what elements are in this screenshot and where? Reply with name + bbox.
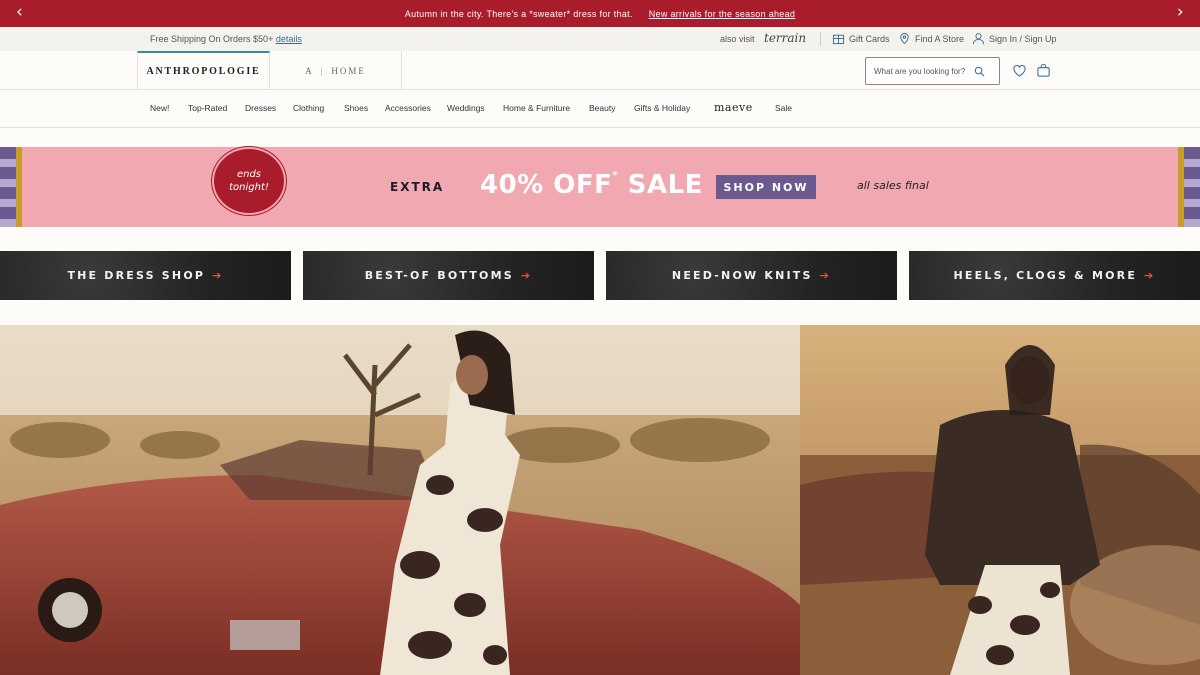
banner-gold-bar-right xyxy=(1178,147,1184,227)
hero-photo-desert-car xyxy=(0,325,800,675)
nav-maeve[interactable]: maeve xyxy=(714,101,753,114)
utility-bar: Free Shipping On Orders $50+ details als… xyxy=(0,27,1200,51)
home-label: HOME xyxy=(331,65,366,76)
nav-new[interactable]: New! xyxy=(150,103,169,113)
nav-beauty[interactable]: Beauty xyxy=(589,103,615,113)
promo-message: Autumn in the city. There's a *sweater* … xyxy=(404,8,633,19)
chevron-left-icon[interactable]: ‹ xyxy=(16,4,23,21)
sign-in-link[interactable]: Sign In / Sign Up xyxy=(972,32,1057,45)
shipping-text: Free Shipping On Orders $50+ xyxy=(150,34,274,44)
sale-banner[interactable]: ends tonight! EXTRA 40% OFF* SALE SHOP N… xyxy=(0,147,1200,227)
shipping-notice: Free Shipping On Orders $50+ details xyxy=(150,34,302,44)
tile-label: NEED-NOW KNITS xyxy=(671,269,813,282)
tile-best-of-bottoms[interactable]: BEST-OF BOTTOMS ➔ xyxy=(303,251,594,300)
tile-need-now-knits[interactable]: NEED-NOW KNITS ➔ xyxy=(606,251,897,300)
also-visit-label: also visit xyxy=(720,34,755,44)
shopping-bag-icon[interactable] xyxy=(1036,63,1051,78)
tile-heels-clogs-more[interactable]: HEELS, CLOGS & MORE ➔ xyxy=(909,251,1200,300)
nav-gifts-holiday[interactable]: Gifts & Holiday xyxy=(634,103,690,113)
tile-label: BEST-OF BOTTOMS xyxy=(364,269,514,282)
chevron-right-icon[interactable]: › xyxy=(1177,4,1184,21)
tab-anthropologie[interactable]: ANTHROPOLOGIE xyxy=(137,51,270,90)
shop-now-button[interactable]: SHOP NOW xyxy=(716,175,816,199)
nav-dresses[interactable]: Dresses xyxy=(245,103,276,113)
tab-home[interactable]: A | HOME xyxy=(270,51,402,90)
search-input[interactable] xyxy=(874,66,974,76)
arrow-right-icon: ➔ xyxy=(212,269,224,282)
percent-off: 40% OFF xyxy=(480,170,613,200)
sales-final-note: all sales final xyxy=(857,179,929,192)
nav-top-rated[interactable]: Top-Rated xyxy=(188,103,227,113)
sale-word: SALE xyxy=(627,170,703,200)
nav-accessories[interactable]: Accessories xyxy=(385,103,431,113)
tile-label: THE DRESS SHOP xyxy=(67,269,206,282)
hero-photo-desert-jacket xyxy=(800,325,1200,675)
asterisk: * xyxy=(612,170,619,181)
terrain-link[interactable]: terrain xyxy=(764,31,806,45)
hero-image-dress-car[interactable] xyxy=(0,325,800,675)
gift-icon xyxy=(832,34,845,45)
badge-line-2: tonight! xyxy=(229,182,269,193)
shipping-details-link[interactable]: details xyxy=(276,34,302,44)
divider xyxy=(820,32,821,46)
badge-line-1: ends xyxy=(236,169,262,180)
arrow-right-icon: ➔ xyxy=(1144,269,1156,282)
find-store-label: Find A Store xyxy=(915,33,965,44)
nav-clothing[interactable]: Clothing xyxy=(293,103,324,113)
find-store-link[interactable]: Find A Store xyxy=(898,32,964,45)
gift-cards-label: Gift Cards xyxy=(849,33,890,44)
arrow-right-icon: ➔ xyxy=(819,269,832,282)
ends-tonight-badge: ends tonight! xyxy=(212,147,286,215)
heart-icon[interactable] xyxy=(1012,63,1027,78)
search-icon[interactable] xyxy=(974,66,985,77)
nav-weddings[interactable]: Weddings xyxy=(447,103,485,113)
user-icon xyxy=(972,33,985,45)
search-box[interactable] xyxy=(865,57,1000,85)
main-nav: New! Top-Rated Dresses Clothing Shoes Ac… xyxy=(0,90,1200,128)
home-logo-a: A xyxy=(305,65,314,76)
nav-sale[interactable]: Sale xyxy=(775,103,792,113)
banner-gold-bar-left xyxy=(16,147,22,227)
tile-label: HEELS, CLOGS & MORE xyxy=(953,269,1138,282)
location-pin-icon xyxy=(900,32,909,45)
arrow-right-icon: ➔ xyxy=(520,269,533,282)
gift-cards-link[interactable]: Gift Cards xyxy=(832,32,890,45)
nav-home-furniture[interactable]: Home & Furniture xyxy=(503,103,570,113)
promo-link[interactable]: New arrivals for the season ahead xyxy=(649,9,795,19)
site-header: ANTHROPOLOGIE A | HOME xyxy=(0,51,1200,90)
extra-label: EXTRA xyxy=(390,180,445,194)
promo-bar: ‹ Autumn in the city. There's a *sweater… xyxy=(0,0,1200,27)
hero-image-jacket-pants[interactable] xyxy=(800,325,1200,675)
nav-shoes[interactable]: Shoes xyxy=(344,103,368,113)
sale-headline: 40% OFF* SALE xyxy=(480,170,703,200)
tile-dress-shop[interactable]: THE DRESS SHOP ➔ xyxy=(0,251,291,300)
sign-in-label: Sign In / Sign Up xyxy=(989,33,1057,44)
